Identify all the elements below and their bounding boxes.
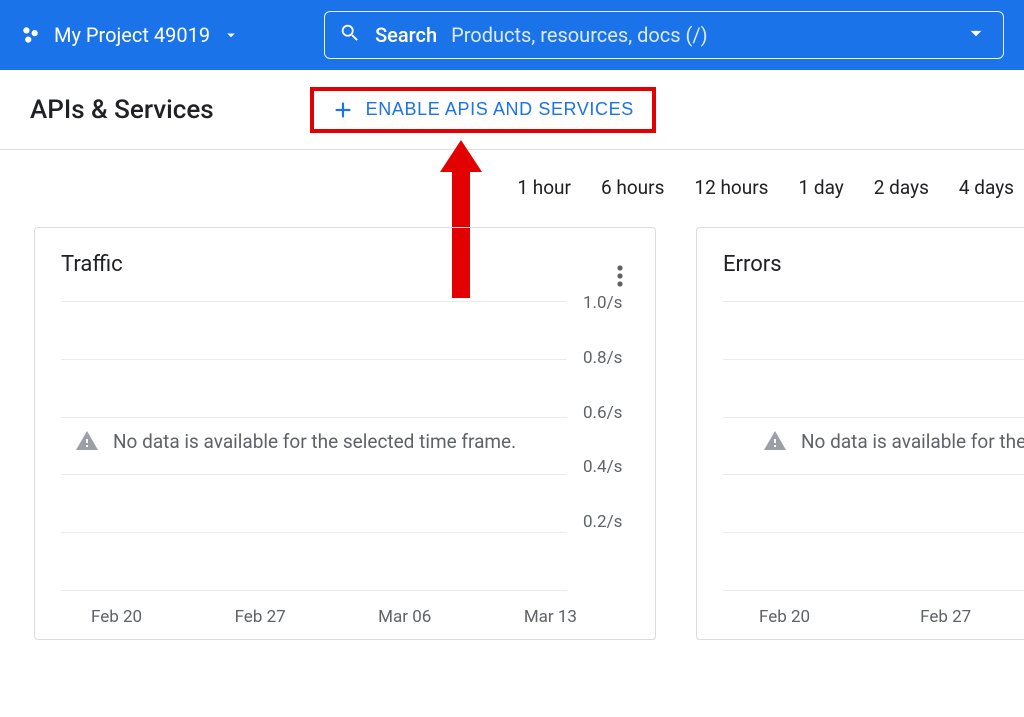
- time-range-option[interactable]: 12 hours: [694, 176, 768, 199]
- project-hex-icon: [20, 24, 42, 46]
- search-label: Search: [375, 23, 437, 47]
- enable-apis-button[interactable]: ENABLE APIS AND SERVICES: [310, 87, 656, 133]
- cards-row: Traffic 1.0/s 0.8/s 0.6/s 0.4/s 0.2/s . …: [0, 207, 1024, 640]
- time-range-option[interactable]: 6 hours: [601, 176, 664, 199]
- search-box[interactable]: Search Products, resources, docs (/): [324, 11, 1004, 59]
- chart-x-labels: Feb 20 Feb 27 Mar 06 Mar 13: [91, 607, 577, 627]
- y-tick: 0.6/s: [583, 403, 637, 423]
- search-icon: [339, 22, 361, 49]
- traffic-chart: 1.0/s 0.8/s 0.6/s 0.4/s 0.2/s . No data …: [61, 301, 637, 621]
- project-name: My Project 49019: [54, 23, 210, 47]
- traffic-card: Traffic 1.0/s 0.8/s 0.6/s 0.4/s 0.2/s . …: [34, 227, 656, 640]
- top-header: My Project 49019 Search Products, resour…: [0, 0, 1024, 70]
- y-tick: 0.2/s: [583, 512, 637, 532]
- time-range-option[interactable]: 4 days: [959, 176, 1014, 199]
- x-tick: Feb 20: [91, 607, 142, 627]
- chart-x-labels: Feb 20 Feb 27: [759, 607, 1024, 627]
- page-title: APIs & Services: [30, 95, 214, 125]
- nodata-text: No data is available for the: [801, 430, 1024, 453]
- time-range-option[interactable]: 1 day: [798, 176, 843, 199]
- search-placeholder: Products, resources, docs (/): [451, 23, 707, 47]
- y-tick: 0.4/s: [583, 457, 637, 477]
- chart-y-labels: 1.0/s 0.8/s 0.6/s 0.4/s 0.2/s .: [575, 301, 637, 595]
- x-tick: Feb 27: [920, 607, 971, 627]
- x-tick: Mar 13: [524, 607, 577, 627]
- sub-header: APIs & Services ENABLE APIS AND SERVICES: [0, 70, 1024, 150]
- nodata-text: No data is available for the selected ti…: [113, 430, 516, 453]
- y-tick: 1.0/s: [583, 293, 637, 313]
- x-tick: Feb 20: [759, 607, 810, 627]
- card-menu-icon[interactable]: [617, 264, 623, 292]
- time-range-option[interactable]: 1 hour: [517, 176, 571, 199]
- traffic-card-title: Traffic: [61, 252, 637, 277]
- project-selector[interactable]: My Project 49019: [20, 23, 240, 47]
- chevron-down-icon[interactable]: [963, 20, 989, 51]
- traffic-nodata: No data is available for the selected ti…: [75, 429, 516, 453]
- errors-chart: No data is available for the Feb 20 Feb …: [723, 301, 1024, 621]
- x-tick: Feb 27: [235, 607, 286, 627]
- y-tick: 0.8/s: [583, 348, 637, 368]
- errors-nodata: No data is available for the: [763, 429, 1024, 453]
- dropdown-caret-icon: [222, 26, 240, 44]
- time-range-picker: 1 hour 6 hours 12 hours 1 day 2 days 4 d…: [0, 150, 1024, 207]
- time-range-option[interactable]: 2 days: [874, 176, 929, 199]
- errors-card: Errors No data is available for the Feb …: [696, 227, 1024, 640]
- enable-apis-label: ENABLE APIS AND SERVICES: [366, 99, 634, 120]
- x-tick: Mar 06: [378, 607, 431, 627]
- errors-card-title: Errors: [723, 252, 1024, 277]
